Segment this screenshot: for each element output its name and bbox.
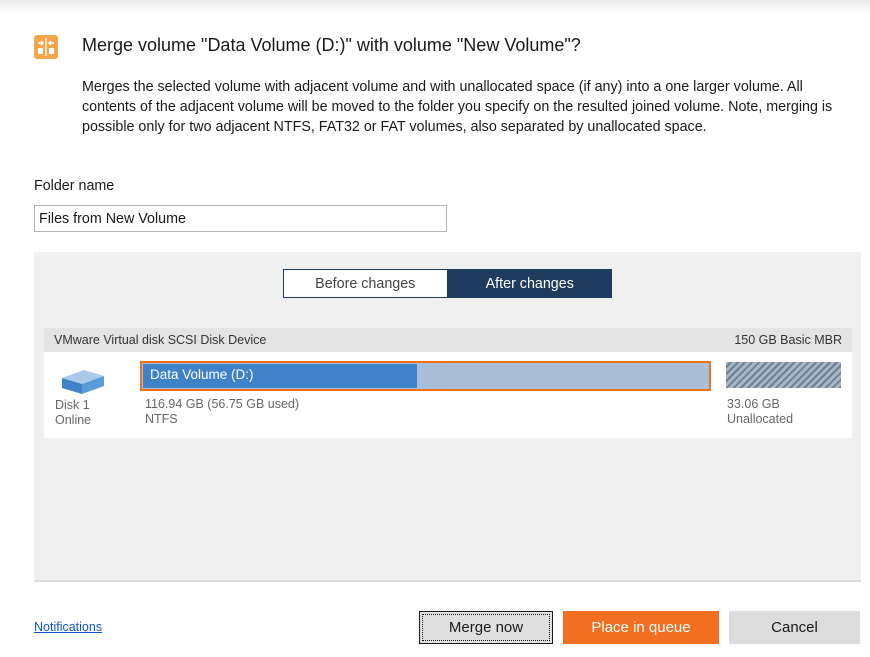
- dialog-title: Merge volume "Data Volume (D:)" with vol…: [82, 35, 581, 55]
- partition-info: 116.94 GB (56.75 GB used) NTFS: [145, 397, 299, 427]
- merge-now-button[interactable]: Merge now: [419, 611, 553, 644]
- disk-status: Online: [55, 413, 92, 427]
- folder-name-label: Folder name: [34, 178, 115, 194]
- folder-name-input[interactable]: [34, 205, 447, 232]
- before-changes-tab[interactable]: Before changes: [283, 269, 448, 298]
- unallocated-size: 33.06 GB: [727, 397, 780, 411]
- partition-filesystem: NTFS: [145, 412, 178, 426]
- divider: [34, 580, 861, 582]
- unallocated-info: 33.06 GB Unallocated: [727, 397, 793, 427]
- unallocated-space-block[interactable]: [726, 362, 841, 388]
- merge-volume-dialog: Merge volume "Data Volume (D:)" with vol…: [0, 0, 870, 657]
- place-in-queue-button[interactable]: Place in queue: [563, 611, 719, 644]
- before-after-toggle: Before changes After changes: [283, 269, 612, 298]
- disk-label: Disk 1 Online: [55, 398, 91, 428]
- disk-summary: 150 GB Basic MBR: [734, 333, 842, 347]
- notifications-link[interactable]: Notifications: [34, 620, 102, 634]
- hard-disk-icon: [58, 362, 106, 396]
- partition-size: 116.94 GB (56.75 GB used): [145, 397, 300, 411]
- unallocated-label: Unallocated: [727, 412, 794, 426]
- disk-row: Disk 1 Online Data Volume (D:) 116.94 GB…: [44, 352, 852, 438]
- after-changes-tab[interactable]: After changes: [447, 269, 612, 298]
- disk-header: VMware Virtual disk SCSI Disk Device 150…: [44, 328, 852, 352]
- dialog-description: Merges the selected volume with adjacent…: [82, 79, 833, 135]
- disk-number: Disk 1: [55, 398, 90, 412]
- merge-icon: [34, 35, 58, 59]
- partition-name: Data Volume (D:): [150, 367, 254, 382]
- cancel-button[interactable]: Cancel: [729, 611, 860, 644]
- window-top-edge: [0, 0, 870, 14]
- disk-device-name: VMware Virtual disk SCSI Disk Device: [54, 333, 267, 347]
- partition-data-volume[interactable]: Data Volume (D:): [140, 361, 711, 391]
